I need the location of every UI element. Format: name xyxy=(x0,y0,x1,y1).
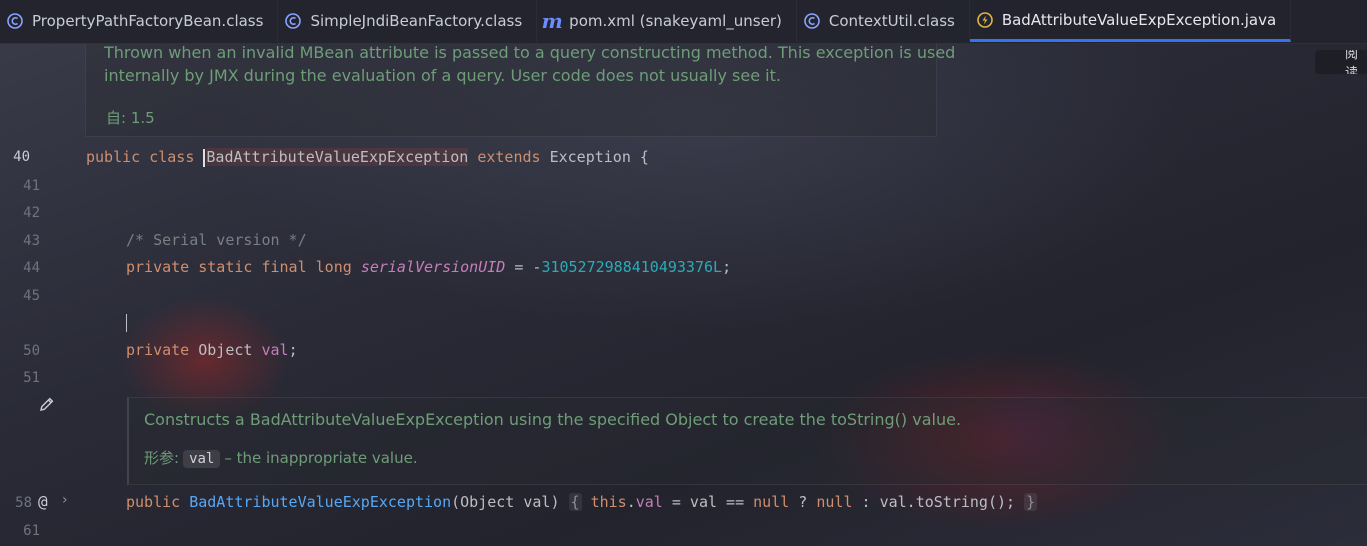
tab-simple-jndi-bean-factory[interactable]: SimpleJndiBeanFactory.class xyxy=(278,0,538,42)
code-line-comment[interactable]: /* Serial version */ xyxy=(126,231,307,249)
constructor-name: BadAttributeValueExpException xyxy=(189,493,452,511)
code-line-constructor[interactable]: public BadAttributeValueExpException(Obj… xyxy=(126,493,1038,511)
line-number: 44 xyxy=(23,260,40,276)
tab-pom-xml[interactable]: m pom.xml (snakeyaml_unser) xyxy=(537,0,797,42)
javadoc-text-line: Constructs a BadAttributeValueExpExcepti… xyxy=(144,410,962,429)
class-name: BadAttributeValueExpException xyxy=(206,148,469,166)
line-number: 61 xyxy=(23,523,40,539)
class-file-icon xyxy=(6,12,24,30)
keyword: extends xyxy=(468,148,550,166)
keyword-this: this xyxy=(581,493,627,511)
tab-label: BadAttributeValueExpException.java xyxy=(1001,10,1277,29)
code-line-serial-version[interactable]: private static final long serialVersionU… xyxy=(126,258,731,276)
param-label: 形参: xyxy=(144,449,180,467)
keyword-null: null xyxy=(753,493,790,511)
line-number: 40 xyxy=(13,149,30,165)
class-file-icon xyxy=(284,12,302,30)
javadoc-text-line: Thrown when an invalid MBean attribute i… xyxy=(104,43,956,62)
code-line-class-declaration[interactable]: public class BadAttributeValueExpExcepti… xyxy=(86,148,649,167)
exception-class-icon xyxy=(976,11,994,29)
reader-mode-label: 阅读 xyxy=(1345,50,1359,74)
javadoc-text-line: internally by JMX during the evaluation … xyxy=(104,66,781,85)
tab-label: PropertyPathFactoryBean.class xyxy=(32,12,264,30)
field-name: val xyxy=(635,493,663,511)
semicolon: ; xyxy=(722,258,732,276)
class-file-icon xyxy=(803,12,821,30)
code-editor[interactable]: Thrown when an invalid MBean attribute i… xyxy=(0,42,1367,546)
param-description: – the inappropriate value. xyxy=(224,449,418,467)
folded-brace-open[interactable]: { xyxy=(568,493,582,511)
static-field: serialVersionUID xyxy=(360,258,506,276)
tab-label: ContextUtil.class xyxy=(828,12,955,30)
folded-brace-close[interactable]: } xyxy=(1024,493,1038,511)
keyword: public xyxy=(126,493,190,511)
tab-property-path-factory-bean[interactable]: PropertyPathFactoryBean.class xyxy=(0,0,279,42)
superclass: Exception { xyxy=(549,148,649,166)
field-name: val xyxy=(261,341,289,359)
parameters: (Object val) xyxy=(451,493,569,511)
line-number: 43 xyxy=(23,233,40,249)
editor-tab-bar: PropertyPathFactoryBean.class SimpleJndi… xyxy=(0,0,1367,44)
keyword: private xyxy=(126,341,199,359)
line-number: 42 xyxy=(23,205,40,221)
expression: : val.toString(); xyxy=(852,493,1025,511)
keyword: private static final long xyxy=(126,258,361,276)
ternary: ? xyxy=(789,493,817,511)
line-number: 50 xyxy=(23,343,40,359)
tab-label: pom.xml (snakeyaml_unser) xyxy=(569,12,782,30)
semicolon: ; xyxy=(288,341,298,359)
keyword-null: null xyxy=(816,493,853,511)
param-name: val xyxy=(183,450,221,468)
line-number: 45 xyxy=(23,288,40,304)
expression: = val == xyxy=(662,493,754,511)
chevron-right-icon[interactable]: › xyxy=(62,492,68,508)
tab-context-util[interactable]: ContextUtil.class xyxy=(797,0,970,42)
number-literal: 3105272988410493376L xyxy=(541,258,723,276)
reader-mode-button[interactable]: 阅读 xyxy=(1315,50,1367,74)
dot: . xyxy=(626,493,636,511)
type-name: Object xyxy=(198,341,262,359)
edit-javadoc-pencil-icon[interactable] xyxy=(38,395,56,417)
keyword: public class xyxy=(86,148,204,166)
line-number: 51 xyxy=(23,370,40,386)
javadoc-param-row: 形参: val – the inappropriate value. xyxy=(144,447,418,468)
operator: = - xyxy=(505,258,542,276)
override-at-icon[interactable]: @ xyxy=(38,492,48,511)
tab-bad-attribute-value-exp-exception[interactable]: BadAttributeValueExpException.java xyxy=(969,0,1292,42)
code-line-val-field[interactable]: private Object val; xyxy=(126,341,298,359)
line-number: 58 xyxy=(15,495,32,511)
tab-label: SimpleJndiBeanFactory.class xyxy=(310,12,523,30)
indent-guide xyxy=(126,314,127,332)
maven-icon: m xyxy=(541,9,563,33)
javadoc-since: 自: 1.5 xyxy=(106,109,155,127)
line-number: 41 xyxy=(23,178,40,194)
